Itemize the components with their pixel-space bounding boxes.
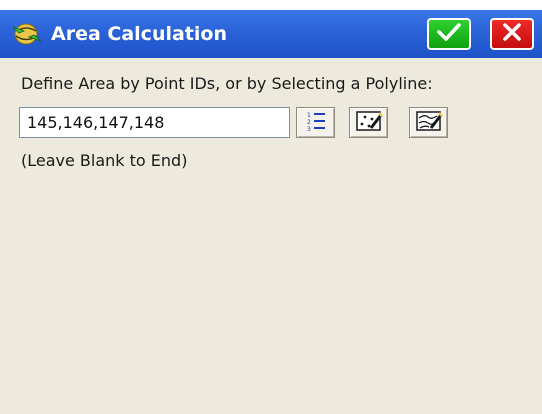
- globe-arrows-icon: [12, 21, 42, 47]
- list-points-button[interactable]: 1 2 3: [296, 107, 335, 138]
- close-button[interactable]: [490, 18, 534, 50]
- point-ids-input[interactable]: [19, 107, 290, 138]
- svg-text:3: 3: [307, 126, 311, 132]
- window-title: Area Calculation: [51, 23, 227, 45]
- area-calculation-window: Area Calculation Define Area by Point ID…: [0, 10, 542, 414]
- svg-text:1: 1: [307, 112, 311, 119]
- close-x-icon: [501, 21, 523, 47]
- select-polyline-button[interactable]: [409, 107, 448, 138]
- map-select-points-icon: [355, 109, 383, 137]
- ok-button[interactable]: [427, 18, 471, 50]
- select-points-button[interactable]: [349, 107, 388, 138]
- checkmark-icon: [436, 21, 462, 47]
- prompt-label: Define Area by Point IDs, or by Selectin…: [21, 74, 433, 93]
- svg-text:2: 2: [307, 119, 311, 126]
- map-select-polyline-icon: [415, 109, 443, 137]
- title-bar: Area Calculation: [0, 10, 542, 58]
- leave-blank-hint: (Leave Blank to End): [21, 151, 188, 170]
- numbered-list-icon: 1 2 3: [305, 110, 327, 136]
